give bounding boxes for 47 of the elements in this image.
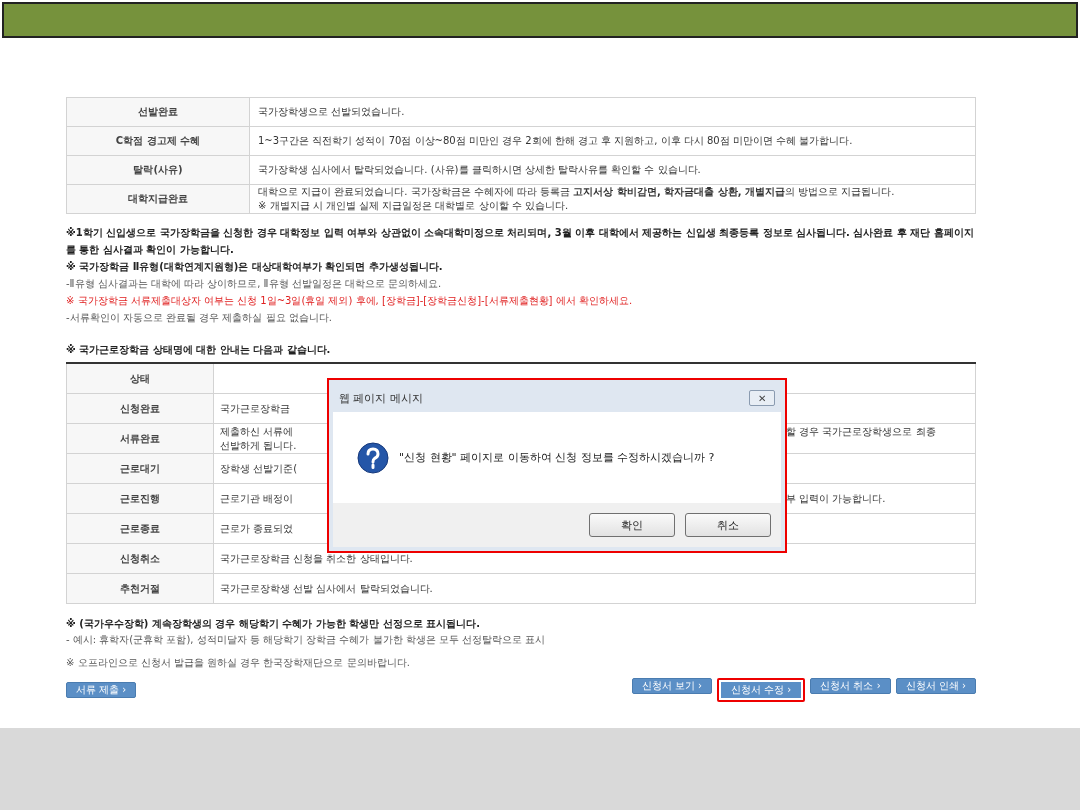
note-text: ※ 오프라인으로 신청서 발급을 원하실 경우 한국장학재단으로 문의바랍니다. — [66, 656, 411, 670]
note-text: -Ⅱ유형 심사결과는 대학에 따라 상이하므로, Ⅱ유형 선발일정은 대학으로 문의하세요. — [66, 277, 443, 291]
submit-documents-button[interactable]: 서류 제출 › — [66, 682, 137, 698]
description-text: ※ 개별지급 시 개인별 실제 지급일정은 대학별로 상이할 수 있습니다. — [258, 199, 570, 213]
description-text: 국가근로장학금 — [220, 401, 290, 416]
close-button[interactable]: ✕ — [749, 390, 775, 406]
dialog-message: "신청 현황" 페이지로 이동하여 신청 정보를 수정하시겠습니까 ? — [399, 450, 715, 465]
application-button[interactable]: 신청서 보기 › — [631, 678, 712, 694]
description-text: 국가장학생으로 선발되었습니다. — [258, 105, 406, 119]
dialog-button[interactable]: 확인 — [589, 513, 675, 537]
status-cell: 추천거절 — [66, 573, 214, 604]
status-cell: 근로대기 — [66, 453, 214, 484]
status-cell: 신청취소 — [66, 543, 214, 574]
status-cell: 서류완료 — [66, 423, 214, 454]
description-text: 할 경우 국가근로장학생으로 최종 — [786, 425, 936, 437]
description-text: 제출하신 서류에 — [220, 424, 294, 439]
status-cell: 근로진행 — [66, 483, 214, 514]
question-icon — [357, 441, 389, 474]
dialog-button[interactable]: 취소 — [685, 513, 771, 537]
status-cell: 선발완료 — [66, 97, 250, 127]
description-text: 장학생 선발기준( — [220, 461, 298, 476]
status-cell: 탈락(사유) — [66, 155, 250, 185]
description-text: 대학으로 지급이 완료되었습니다. 국가장학금은 수혜자에 따라 등록금 고지서상 학비감면, 학자금대출 상환, 개별지급의 방법으로 지급됩니다. — [258, 185, 896, 199]
note-text: - 예시: 휴학자(군휴학 포함), 성적미달자 등 해당학기 장학금 수혜가 불가한 학생은 모두 선정탈락으로 표시 — [66, 633, 547, 647]
description-text: 국가장학생 심사에서 탈락되었습니다. (사유)를 클릭하시면 상세한 탈락사유를 확인할 수 있습니다. — [258, 163, 702, 177]
description-text: 부 입력이 가능합니다. — [786, 492, 886, 504]
description-text: 근로기관 배정이 — [220, 491, 294, 506]
header-cell: 상태 — [66, 363, 214, 394]
note-text: ※1학기 신입생으로 국가장학금을 신청한 경우 대학정보 입력 여부와 상관없이 소속대학미정으로 처리되며, 3월 이후 대학에서 제공하는 신입생 최종등록 정보로 심사됩니다. 심사완료 후 재단 홈페이지를 통한 심사결과 확인이 가능합니다. — [66, 226, 975, 257]
description-text: 근로가 종료되었 — [220, 521, 294, 536]
note-text: ※ 국가장학금 Ⅱ유형(대학연계지원형)은 대상대학여부가 확인되면 추가생성됩니다. — [66, 260, 444, 274]
description-text: 선발하게 됩니다. — [220, 438, 297, 453]
note-text: ※ (국가우수장학) 계속장학생의 경우 해당학기 수혜가 가능한 학생만 선정으로 표시됩니다. — [66, 617, 481, 631]
status-cell: 대학지급완료 — [66, 184, 250, 214]
application-button[interactable]: 신청서 수정 › — [716, 678, 806, 702]
section-heading: ※ 국가근로장학금 상태명에 대한 안내는 다음과 같습니다. — [66, 343, 332, 357]
description-text: 국가근로장학생 선발 심사에서 탈락되었습니다. — [220, 581, 433, 596]
status-cell: 신청완료 — [66, 393, 214, 424]
description-text: 국가근로장학금 신청을 취소한 상태입니다. — [220, 551, 413, 566]
application-button[interactable]: 신청서 취소 › — [810, 678, 891, 694]
application-button[interactable]: 신청서 인쇄 › — [895, 678, 976, 694]
status-cell: C학점 경고제 수혜 — [66, 126, 250, 156]
description-text: 1~3구간은 직전학기 성적이 70점 이상~80점 미만인 경우 2회에 한해 경고 후 지원하고, 이후 다시 80점 미만이면 수혜 불가합니다. — [258, 134, 854, 148]
status-cell: 근로종료 — [66, 513, 214, 544]
dialog-title: 웹 페이지 메시지 — [339, 390, 423, 406]
note-text: ※ 국가장학금 서류제출대상자 여부는 신청 1일~3일(휴일 제외) 후에, [장학금]-[장학금신청]-[서류제출현황] 에서 확인하세요. — [66, 294, 634, 308]
note-text: -서류확인이 자동으로 완료될 경우 제출하실 필요 없습니다. — [66, 311, 333, 325]
